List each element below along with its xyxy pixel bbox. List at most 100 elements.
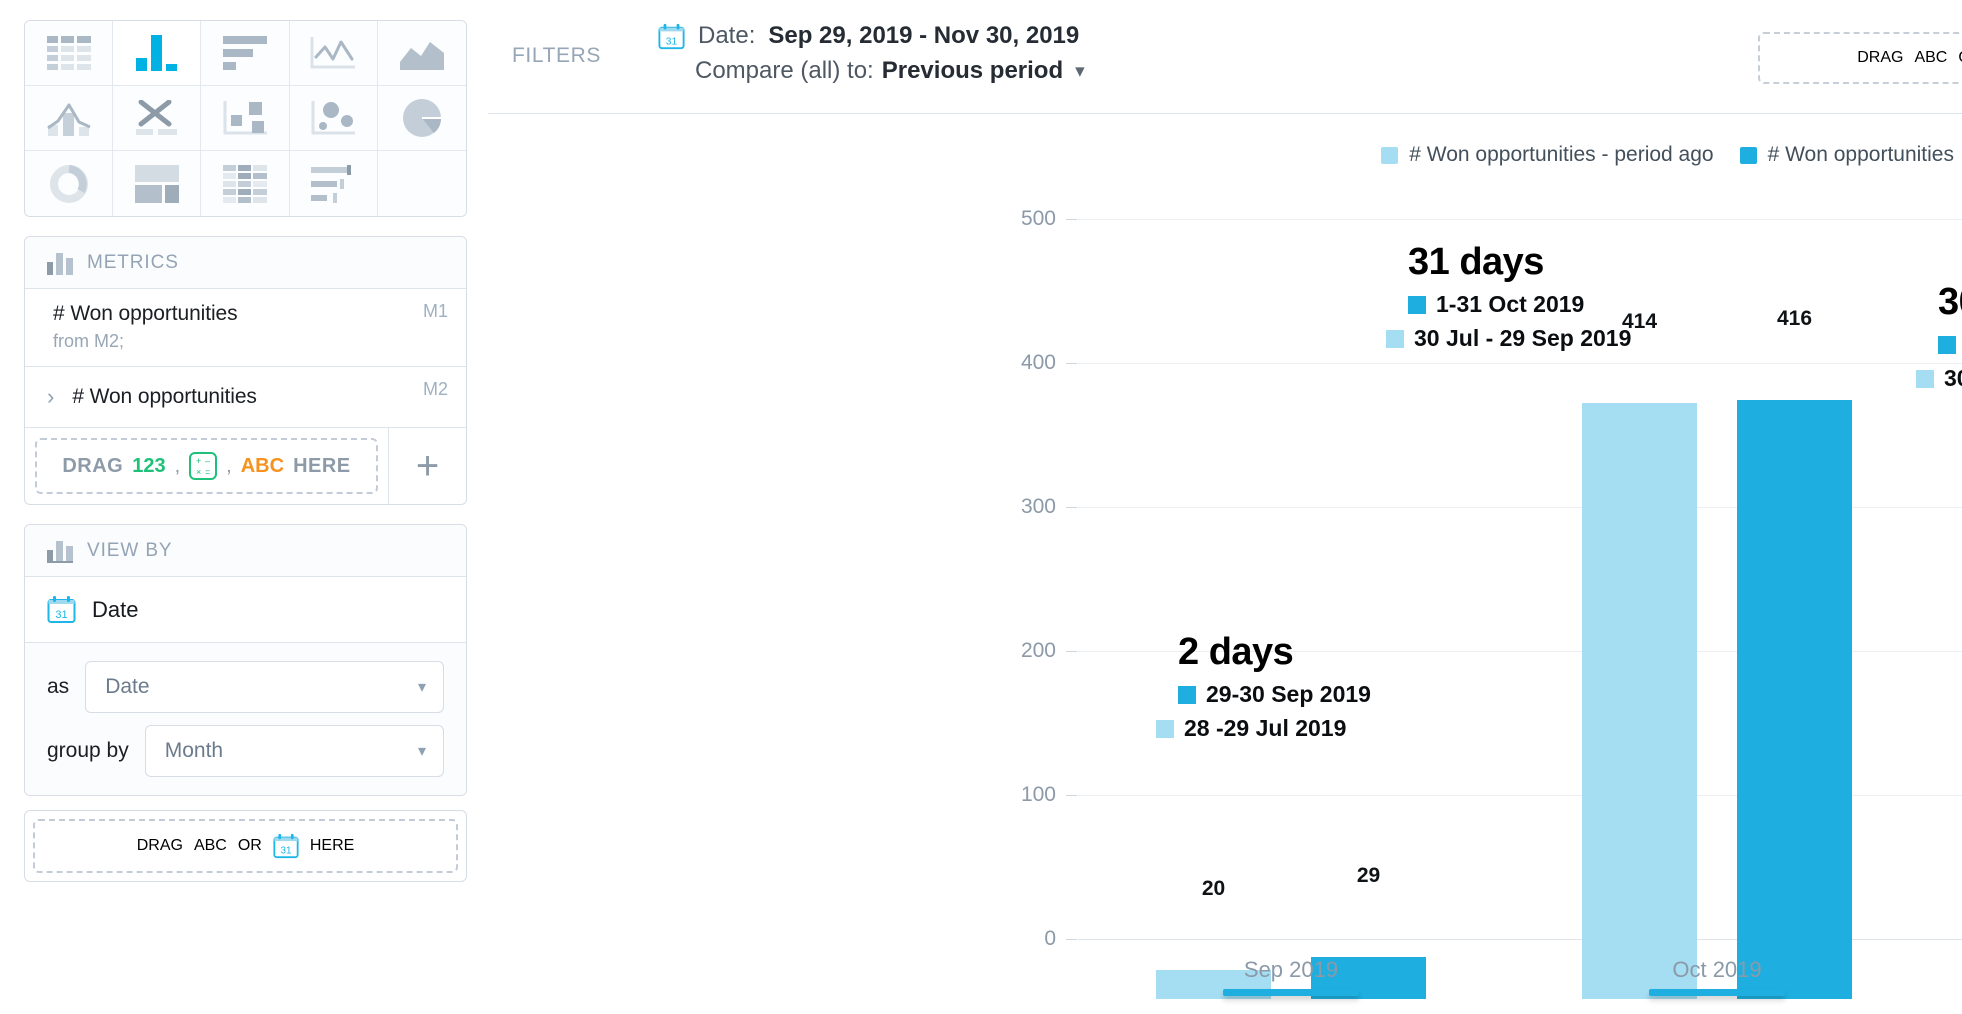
metric-item-m1[interactable]: # Won opportunities from M2; M1: [25, 289, 466, 367]
annotation-swatch: [1916, 369, 1934, 388]
gridline: [1078, 219, 1962, 220]
here-label: HERE: [293, 454, 351, 477]
annotation-title: 30 days: [1938, 281, 1962, 323]
main-area: FILTERS 31 Date: Sep 29, 2019 - Nov 30, …: [488, 0, 1962, 1014]
annotation-swatch: [1386, 329, 1404, 348]
sidebar-drop-zone[interactable]: DRAG ABC OR 31 HERE: [33, 819, 458, 873]
viewby-panel-header: VIEW BY: [25, 525, 466, 577]
x-axis-tick-label[interactable]: Oct 2019: [1672, 957, 1761, 983]
compare-value: Previous period: [881, 57, 1064, 84]
bar-chart-icon: [47, 540, 73, 563]
annotation-previous-label: 30 Jul - 29 Sep 2019: [1414, 325, 1632, 351]
visualization-type-picker[interactable]: [24, 20, 467, 217]
metrics-panel-title: METRICS: [87, 251, 179, 273]
svg-text:×: ×: [196, 467, 201, 477]
x-axis-tick-label[interactable]: Sep 2019: [1244, 957, 1338, 983]
y-axis-tick-label: 400: [1020, 351, 1056, 374]
scatter-plot-icon[interactable]: [201, 86, 290, 151]
area-chart-icon[interactable]: [377, 21, 466, 86]
y-axis-tick-label: 300: [1020, 495, 1056, 518]
group-by-select-value: Month: [164, 739, 224, 762]
pie-chart-icon[interactable]: [377, 86, 466, 151]
calculator-icon: + – × =: [189, 452, 218, 480]
calendar-icon: 31: [658, 23, 685, 49]
bar[interactable]: [1737, 399, 1852, 999]
table-chart-icon[interactable]: [25, 21, 114, 86]
treemap-chart-icon[interactable]: [113, 151, 202, 216]
date-filter-block: 31 Date: Sep 29, 2019 - Nov 30, 2019 Com…: [658, 22, 1085, 85]
add-metric-button[interactable]: +: [388, 428, 466, 504]
date-prefix-label: Date:: [698, 22, 756, 49]
y-axis-tick: [1066, 219, 1077, 220]
bubble-chart-icon[interactable]: [289, 86, 378, 151]
bar-chart-icon: [47, 252, 73, 275]
metrics-drop-zone[interactable]: DRAG 123 , + – × = , ABC HERE: [35, 438, 378, 494]
annotation-swatch: [1156, 719, 1174, 738]
comma-separator: ,: [174, 454, 181, 477]
y-axis-tick: [1066, 507, 1077, 508]
heatmap-chart-icon[interactable]: [201, 151, 290, 216]
calendar-icon: 31: [273, 833, 299, 859]
sidebar-bottom-drop: DRAG ABC OR 31 HERE: [24, 810, 467, 882]
chart-annotation: 30 days 1-30 Nov 2019 30 Aug - 28 Sep 2019: [1916, 281, 1962, 392]
metric-title: # Won opportunities: [53, 302, 238, 325]
bar-value-label: 29: [1356, 864, 1381, 888]
y-axis-tick: [1066, 795, 1077, 796]
chevron-down-icon: ▾: [417, 743, 426, 760]
combo-chart-icon[interactable]: [25, 86, 114, 151]
svg-text:=: =: [205, 467, 210, 477]
chevron-down-icon[interactable]: ▾: [1075, 60, 1085, 83]
svg-text:–: –: [205, 456, 210, 466]
annotation-current-label: 29-30 Sep 2019: [1206, 681, 1371, 707]
as-select[interactable]: Date ▾: [85, 661, 444, 713]
annotation-current-row: 1-30 Nov 2019: [1938, 331, 1962, 358]
or-label: OR: [237, 837, 262, 854]
chart-canvas: 0 100 200 300 400 500 20 29 Sep 2019 414 416 Oct 20…: [488, 114, 1962, 1014]
svg-text:31: 31: [55, 609, 67, 621]
calendar-icon: 31: [47, 596, 76, 623]
bullet-chart-icon[interactable]: [289, 151, 378, 216]
annotation-swatch: [1938, 335, 1956, 354]
empty-cell: [377, 151, 466, 216]
annotation-swatch: [1178, 685, 1196, 704]
headline-chart-icon[interactable]: [113, 86, 202, 151]
viewby-panel-title: VIEW BY: [87, 539, 173, 561]
bar-value-label: 416: [1776, 306, 1813, 330]
y-axis-tick-label: 100: [1020, 783, 1056, 806]
date-filter[interactable]: 31 Date: Sep 29, 2019 - Nov 30, 2019: [658, 22, 1085, 50]
annotation-previous-row: 30 Jul - 29 Sep 2019: [1386, 325, 1631, 352]
filters-bar: FILTERS 31 Date: Sep 29, 2019 - Nov 30, …: [488, 0, 1962, 114]
line-chart-icon[interactable]: [289, 21, 378, 86]
group-by-label: group by: [47, 739, 129, 762]
column-chart-icon[interactable]: [113, 21, 202, 86]
annotation-title: 31 days: [1408, 241, 1544, 283]
metrics-panel-header: METRICS: [25, 237, 466, 289]
drag-label: DRAG: [136, 837, 183, 854]
text-type-badge: ABC: [240, 454, 285, 477]
bar[interactable]: [1582, 402, 1697, 999]
viewby-item-date[interactable]: 31 Date: [25, 577, 466, 643]
compare-filter[interactable]: Compare (all) to: Previous period ▾: [658, 57, 1085, 85]
plot-area: 0 100 200 300 400 500 20 29 Sep 2019 414 416 Oct 20…: [1021, 207, 1962, 999]
metric-item-m2[interactable]: › # Won opportunities M2: [25, 367, 466, 428]
metric-subtitle: from M2;: [53, 331, 125, 351]
text-type-badge: ABC: [1914, 49, 1948, 66]
filter-drop-zone[interactable]: DRAG ABC OR 31 HERE: [1758, 32, 1962, 84]
annotation-current-label: 1-31 Oct 2019: [1436, 291, 1585, 317]
y-axis-tick-label: 200: [1020, 639, 1056, 662]
as-label: as: [47, 675, 70, 698]
compare-prefix-label: Compare (all) to:: [695, 57, 874, 84]
donut-chart-icon[interactable]: [25, 151, 114, 216]
drag-label: DRAG: [62, 454, 124, 477]
number-type-badge: 123: [132, 454, 166, 477]
metric-tag-m2: M2: [422, 379, 448, 399]
as-row: as Date ▾: [47, 661, 444, 713]
y-axis-tick-label: 0: [1044, 927, 1056, 950]
annotation-previous-label: 28 -29 Jul 2019: [1184, 715, 1347, 741]
comma-separator: ,: [226, 454, 232, 477]
chevron-right-icon[interactable]: ›: [47, 386, 54, 408]
chart-annotation: 31 days 1-31 Oct 2019 30 Jul - 29 Sep 2019: [1386, 241, 1631, 352]
bar-chart-icon[interactable]: [201, 21, 290, 86]
gridline: [1078, 363, 1962, 364]
group-by-select[interactable]: Month ▾: [144, 725, 444, 777]
